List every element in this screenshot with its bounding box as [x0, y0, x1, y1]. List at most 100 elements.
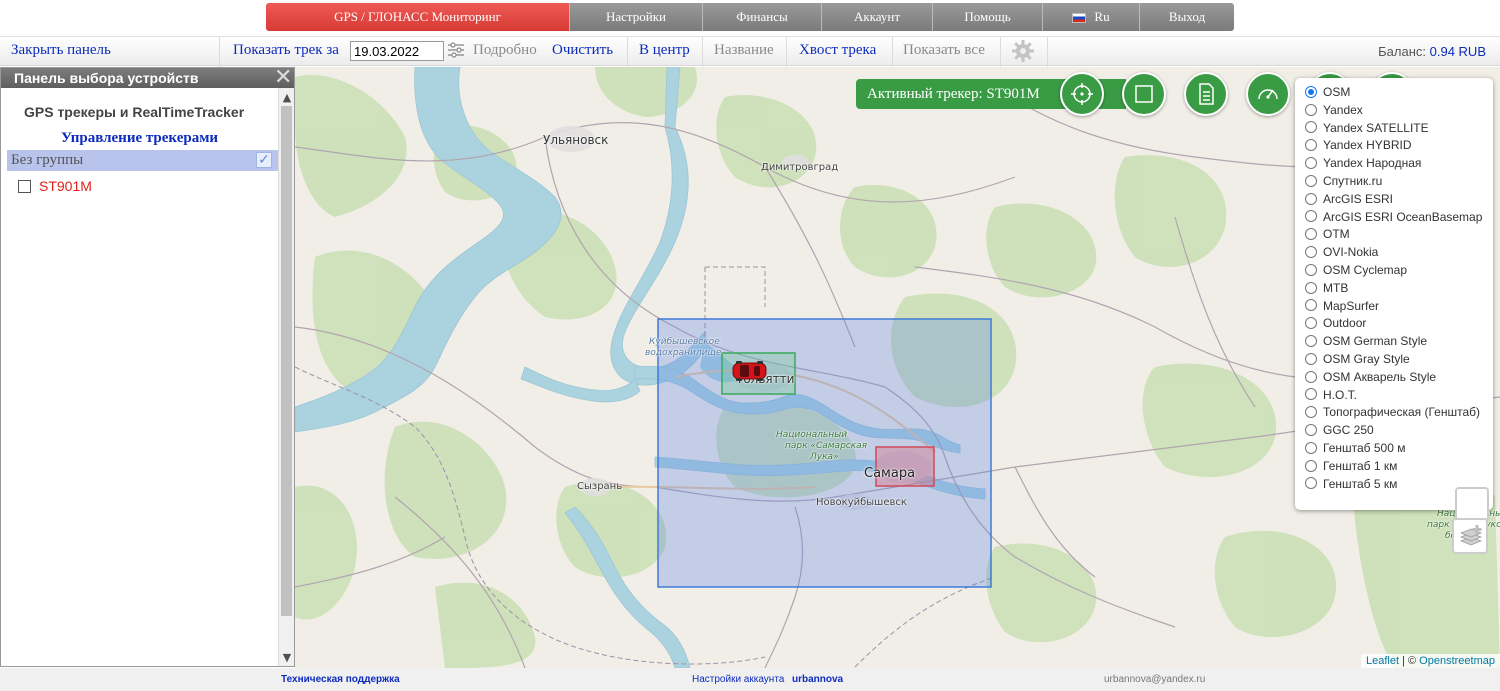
square-icon[interactable]	[1122, 72, 1166, 116]
detailed-link[interactable]: Подробно	[473, 42, 537, 59]
support-link[interactable]: Техническая поддержка	[281, 674, 400, 685]
layer-option[interactable]: OSM German Style	[1305, 333, 1493, 351]
manage-trackers-link[interactable]: Управление трекерами	[1, 130, 278, 147]
label-samara: Самара	[864, 466, 916, 481]
group-checkbox[interactable]: ✓	[256, 152, 272, 168]
radio-button[interactable]	[1305, 406, 1317, 419]
tab-settings[interactable]: Настройки	[570, 3, 703, 31]
scroll-down-icon[interactable]: ▼	[279, 650, 295, 666]
crosshair-icon[interactable]	[1060, 72, 1104, 116]
radio-button[interactable]	[1305, 263, 1317, 276]
layer-option[interactable]: Outdoor	[1305, 315, 1493, 333]
divider	[219, 37, 220, 67]
layer-option[interactable]: MTB	[1305, 280, 1493, 298]
name-link[interactable]: Название	[714, 42, 774, 59]
map[interactable]: Ульяновск Димитровград Куйбышевское водо…	[295, 67, 1500, 668]
zoom-control[interactable]	[1455, 487, 1489, 521]
tab-account[interactable]: Аккаунт	[822, 3, 933, 31]
radio-button[interactable]	[1305, 477, 1317, 490]
radio-button[interactable]	[1305, 441, 1317, 454]
show-track-link[interactable]: Показать трек за	[233, 42, 339, 59]
layer-option[interactable]: Yandex Народная	[1305, 155, 1493, 173]
label-park-1: Национальный	[776, 430, 848, 440]
layer-option[interactable]: Yandex HYBRID	[1305, 137, 1493, 155]
layer-option[interactable]: Генштаб 1 км	[1305, 458, 1493, 476]
tab-monitoring[interactable]: GPS / ГЛОНАСС Мониторинг	[266, 3, 570, 31]
tab-logout[interactable]: Выход	[1140, 3, 1234, 31]
layer-label: OSM German Style	[1323, 334, 1428, 349]
balance: Баланс: 0.94 RUB	[1378, 44, 1486, 59]
scroll-thumb[interactable]	[281, 106, 292, 616]
layer-option[interactable]: OSM Gray Style	[1305, 351, 1493, 369]
gear-icon[interactable]	[1011, 39, 1035, 68]
center-link[interactable]: В центр	[639, 42, 690, 59]
tracker-car-icon[interactable]	[730, 359, 770, 388]
radio-button[interactable]	[1305, 352, 1317, 365]
openstreetmap-link[interactable]: Openstreetmap	[1419, 655, 1495, 667]
leaflet-link[interactable]: Leaflet	[1366, 655, 1399, 667]
layer-option[interactable]: OSM Cyclemap	[1305, 262, 1493, 280]
layer-option[interactable]: ArcGIS ESRI OceanBasemap	[1305, 209, 1493, 227]
track-tail-link[interactable]: Хвост трека	[799, 42, 876, 59]
label-park-3: Лука»	[810, 452, 839, 462]
tab-help[interactable]: Помощь	[933, 3, 1043, 31]
layer-option[interactable]: GGC 250	[1305, 422, 1493, 440]
sliders-icon[interactable]	[447, 41, 465, 64]
radio-button[interactable]	[1305, 246, 1317, 258]
device-row[interactable]: ST901M	[18, 176, 92, 196]
device-checkbox[interactable]	[18, 179, 31, 193]
panel-header: Панель выбора устройств ✕	[1, 66, 294, 88]
layer-option[interactable]: MapSurfer	[1305, 298, 1493, 316]
layer-option[interactable]: OTM	[1305, 226, 1493, 244]
layer-option[interactable]: H.O.T.	[1305, 387, 1493, 405]
attribution-separator: | ©	[1399, 655, 1420, 667]
tab-finance[interactable]: Финансы	[703, 3, 822, 31]
group-row[interactable]: Без группы ✓	[7, 150, 278, 171]
layer-option[interactable]: Спутник.ru	[1305, 173, 1493, 191]
radio-button[interactable]	[1305, 281, 1317, 294]
radio-button[interactable]	[1305, 317, 1317, 330]
device-name[interactable]: ST901M	[39, 178, 92, 194]
radio-button[interactable]	[1305, 228, 1317, 241]
radio-button[interactable]	[1305, 459, 1317, 472]
layer-option[interactable]: Yandex	[1305, 102, 1493, 120]
radio-button[interactable]	[1305, 210, 1317, 223]
radio-button[interactable]	[1305, 157, 1317, 170]
radio-button[interactable]	[1305, 299, 1317, 312]
layers-icon[interactable]	[1452, 518, 1488, 554]
layer-option[interactable]: Топографическая (Генштаб)	[1305, 404, 1493, 422]
radio-button[interactable]	[1305, 121, 1317, 134]
layer-option[interactable]: OSM Акварель Style	[1305, 369, 1493, 387]
layer-label: H.O.T.	[1323, 387, 1358, 402]
panel-scrollbar[interactable]: ▲ ▼	[278, 88, 294, 666]
tab-language[interactable]: Ru	[1043, 3, 1140, 31]
radio-button[interactable]	[1305, 192, 1317, 205]
radio-button[interactable]	[1305, 388, 1317, 401]
track-date-input[interactable]	[350, 41, 444, 61]
clear-link[interactable]: Очистить	[552, 42, 613, 59]
layer-option[interactable]: Yandex SATELLITE	[1305, 120, 1493, 138]
radio-button[interactable]	[1305, 423, 1317, 436]
layer-label: OTM	[1323, 227, 1350, 242]
radio-button[interactable]	[1305, 174, 1317, 187]
layer-option[interactable]: Генштаб 500 м	[1305, 440, 1493, 458]
layer-option[interactable]: OSM	[1305, 84, 1493, 102]
speedometer-icon[interactable]	[1246, 72, 1290, 116]
scroll-up-icon[interactable]: ▲	[279, 90, 295, 106]
show-all-link[interactable]: Показать все	[903, 42, 985, 59]
radio-button[interactable]	[1305, 370, 1317, 383]
close-icon[interactable]: ✕	[274, 66, 292, 88]
layer-label: Yandex SATELLITE	[1323, 120, 1429, 135]
divider	[702, 37, 703, 67]
username-link[interactable]: urbannova	[792, 674, 843, 685]
layer-label: MTB	[1323, 280, 1349, 295]
radio-button[interactable]	[1305, 139, 1317, 152]
layer-label: OSM Cyclemap	[1323, 262, 1408, 277]
layer-option[interactable]: ArcGIS ESRI	[1305, 191, 1493, 209]
close-panel-link[interactable]: Закрыть панель	[11, 42, 111, 59]
document-icon[interactable]	[1184, 72, 1228, 116]
radio-button[interactable]	[1305, 103, 1317, 116]
layer-option[interactable]: OVI-Nokia	[1305, 244, 1493, 262]
radio-button[interactable]	[1305, 85, 1317, 98]
radio-button[interactable]	[1305, 334, 1317, 347]
